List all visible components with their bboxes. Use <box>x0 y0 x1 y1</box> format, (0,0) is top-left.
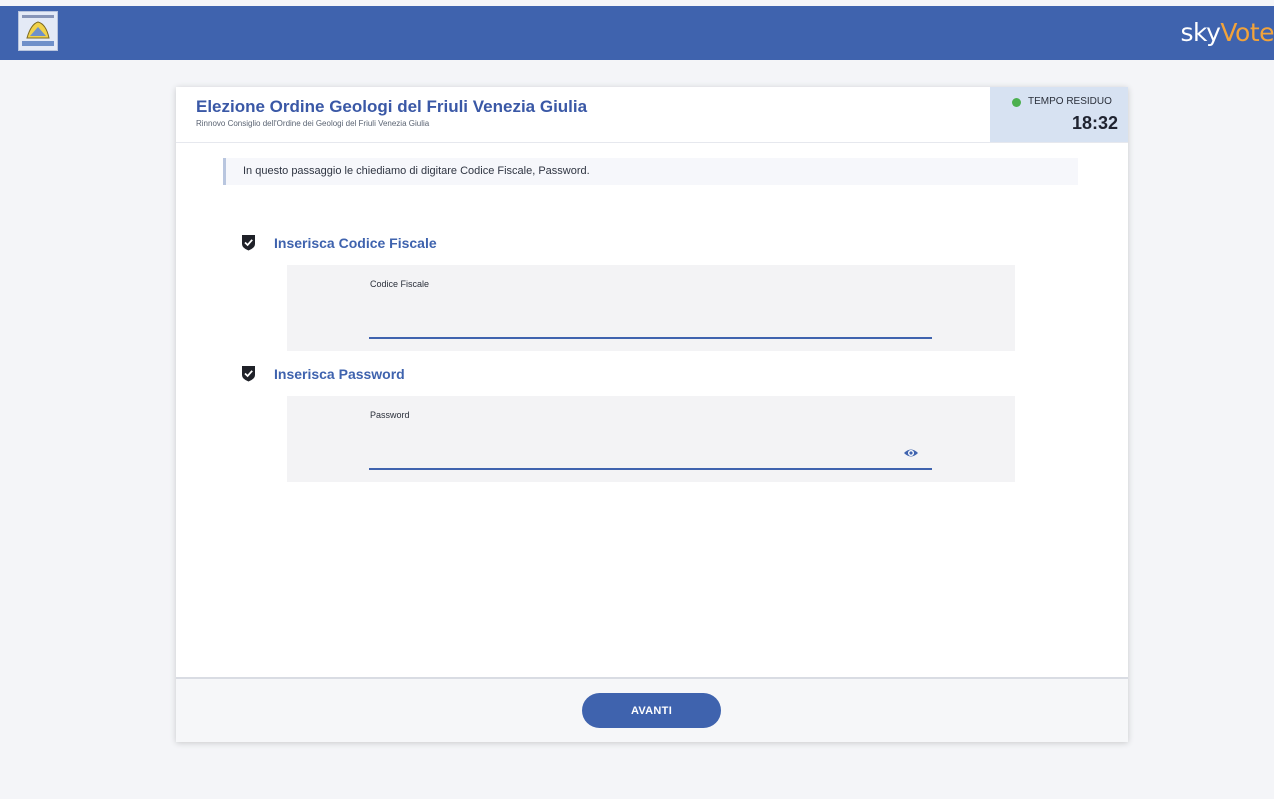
timer-label: TEMPO RESIDUO <box>1028 96 1112 107</box>
codice-fiscale-label: Codice Fiscale <box>370 279 430 289</box>
codice-fiscale-input[interactable] <box>369 295 932 339</box>
password-panel: Password <box>287 396 1015 482</box>
card-footer: AVANTI <box>176 677 1128 742</box>
card-header: Elezione Ordine Geologi del Friuli Venez… <box>176 87 1128 143</box>
codice-fiscale-heading: Inserisca Codice Fiscale <box>274 235 437 251</box>
brand-prefix: sky <box>1180 18 1221 47</box>
election-subtitle: Rinnovo Consiglio dell'Ordine dei Geolog… <box>196 119 430 128</box>
instruction-banner: In questo passaggio le chiediamo di digi… <box>223 158 1078 185</box>
check-shield-icon <box>242 366 255 382</box>
status-dot-icon <box>1012 98 1021 107</box>
password-label: Password <box>370 410 410 420</box>
codice-fiscale-panel: Codice Fiscale <box>287 265 1015 351</box>
skyvote-logo: skyVote <box>1180 18 1274 47</box>
next-button[interactable]: AVANTI <box>582 693 721 728</box>
top-bar: skyVote <box>0 6 1274 60</box>
remaining-time-panel: TEMPO RESIDUO 18:32 <box>990 87 1128 142</box>
check-shield-icon <box>242 235 255 251</box>
election-title: Elezione Ordine Geologi del Friuli Venez… <box>196 97 588 116</box>
instruction-text: In questo passaggio le chiediamo di digi… <box>243 165 590 177</box>
eye-icon[interactable] <box>903 447 919 459</box>
password-heading: Inserisca Password <box>274 366 405 382</box>
password-input[interactable] <box>369 426 932 470</box>
brand-suffix: Vote <box>1220 18 1274 47</box>
timer-value: 18:32 <box>1071 113 1118 133</box>
geologists-order-crest-icon <box>18 11 58 51</box>
voting-card: Elezione Ordine Geologi del Friuli Venez… <box>176 87 1128 742</box>
